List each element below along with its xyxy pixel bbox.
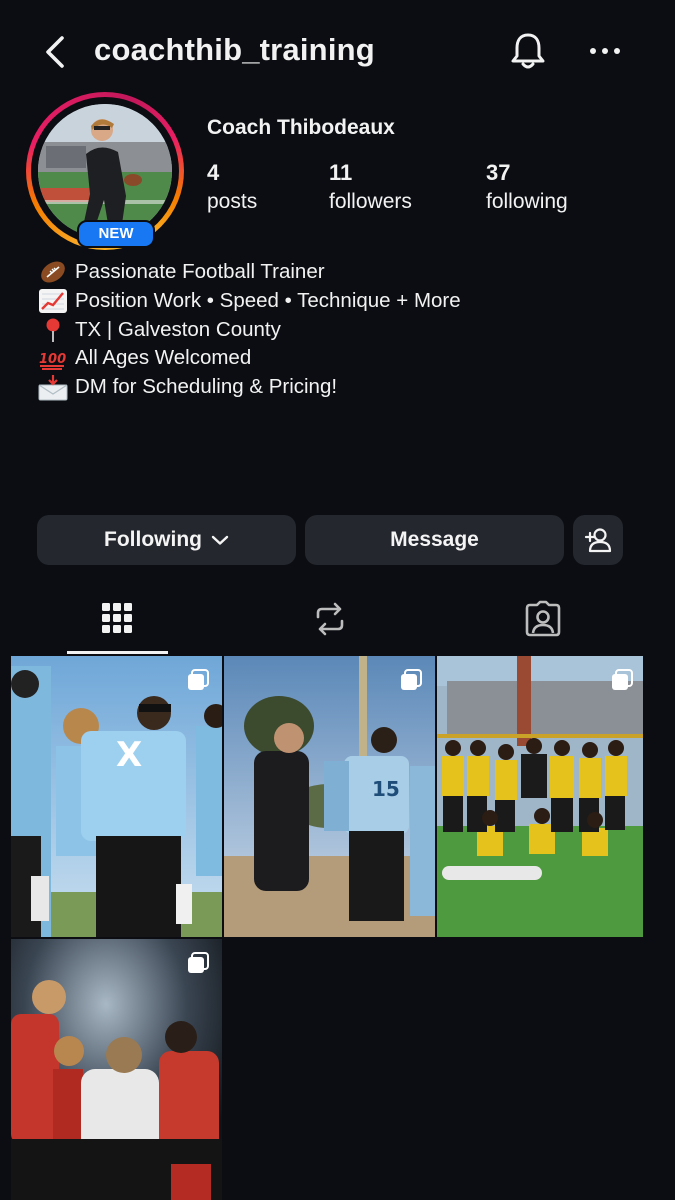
followers-count-label: followers [329,190,412,213]
envelope-arrow-icon [38,374,68,401]
following-count[interactable]: 37 following [486,160,568,214]
round-pushpin-icon [46,318,60,342]
display-name: Coach Thibodeaux [207,116,395,139]
bio-text: DM for Scheduling & Pricing! [75,375,338,399]
carousel-icon [188,952,209,973]
chart-increasing-icon [39,289,67,314]
bio-text: TX | Galveston County [75,317,281,341]
reposts-icon[interactable] [313,601,347,637]
bio-text: Passionate Football Trainer [75,260,325,283]
back-arrow-icon[interactable] [38,30,74,74]
post-thumbnail[interactable]: X [11,656,222,937]
bio-text: Position Work • Speed • Technique + More [75,288,461,312]
post-thumbnail[interactable] [437,656,643,937]
carousel-icon [401,669,422,690]
profile-username: coachthib_training [94,32,375,67]
profile-avatar[interactable]: NEW [26,92,184,250]
post-photo [11,939,222,1200]
carousel-icon [188,669,209,690]
more-options-icon[interactable] [588,36,622,66]
suggested-people-button[interactable] [573,515,623,565]
post-photo: 15 [224,656,435,937]
post-thumbnail[interactable]: 15 [224,656,435,937]
profile-bio: Passionate Football Trainer Position Wor… [38,258,461,402]
posts-count[interactable]: 4 posts [207,160,257,214]
post-photo: X [11,656,222,937]
football-icon [41,261,65,283]
bio-line: 100 All Ages Welcomed [38,344,461,373]
followers-count-value: 11 [329,160,353,185]
grid-icon[interactable] [100,601,134,635]
new-badge-label: NEW [98,225,134,242]
following-count-value: 37 [486,160,511,185]
svg-text:X: X [116,735,142,775]
notification-bell-icon[interactable] [508,30,548,72]
following-count-label: following [486,190,568,213]
hundred-points-icon: 100 [39,352,66,370]
bio-line: Position Work • Speed • Technique + More [38,287,461,316]
posts-count-value: 4 [207,160,220,185]
svg-text:15: 15 [372,777,400,801]
tagged-icon[interactable] [524,600,562,638]
post-thumbnail[interactable] [11,939,222,1200]
bio-line: Passionate Football Trainer [38,258,461,287]
active-tab-indicator [67,651,168,654]
message-button[interactable]: Message [305,515,564,565]
bio-line: TX | Galveston County [38,316,461,345]
avatar-photo [38,104,172,238]
bio-text: All Ages Welcomed [75,346,252,370]
following-button[interactable]: Following [37,515,296,565]
add-person-icon [584,528,612,553]
carousel-icon [612,669,633,690]
post-photo [437,656,643,937]
following-button-label: Following [104,528,202,551]
posts-count-label: posts [207,190,258,213]
chevron-down-icon [211,535,229,545]
svg-text:100: 100 [39,352,66,367]
followers-count[interactable]: 11 followers [329,160,412,214]
bio-line: DM for Scheduling & Pricing! [38,373,461,402]
top-bar: coachthib_training [0,0,675,100]
profile-tabs [0,598,675,654]
message-button-label: Message [390,528,479,551]
